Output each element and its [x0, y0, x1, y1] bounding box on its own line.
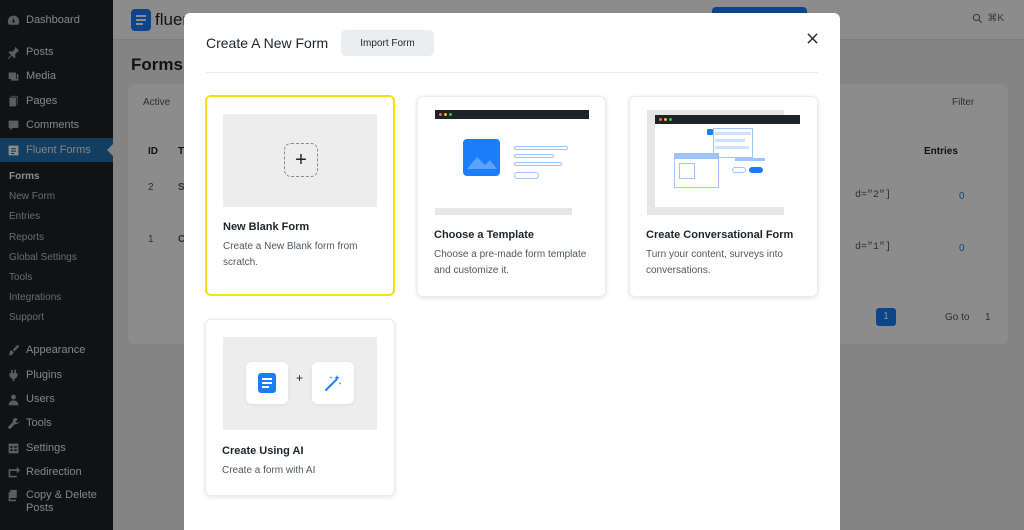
modal-divider — [206, 72, 818, 73]
form-preview-illustration — [674, 153, 719, 188]
card-title: Choose a Template — [434, 229, 535, 241]
import-form-button[interactable]: Import Form — [341, 30, 434, 56]
image-icon — [463, 139, 500, 176]
card-description: Choose a pre-made form template and cust… — [434, 249, 587, 276]
choose-template-card[interactable]: Choose a Template Choose a pre-made form… — [417, 96, 606, 297]
template-thumbnail — [435, 110, 589, 215]
card-description: Create a New Blank form from scratch. — [223, 241, 358, 268]
close-icon — [806, 32, 818, 44]
blank-form-thumbnail: + — [223, 114, 377, 207]
card-description: Create a form with AI — [222, 465, 316, 476]
conversational-form-card[interactable]: Create Conversational Form Turn your con… — [629, 96, 818, 297]
card-title: New Blank Form — [223, 221, 310, 233]
plus-sign: + — [296, 371, 304, 385]
create-form-modal: Create A New Form Import Form + New Blan… — [184, 13, 840, 530]
fluent-forms-tile — [246, 362, 288, 404]
magic-wand-tile — [312, 362, 354, 404]
ai-thumbnail: + — [223, 337, 377, 430]
card-description: Turn your content, surveys into conversa… — [646, 249, 783, 276]
new-blank-form-card[interactable]: + New Blank Form Create a New Blank form… — [205, 95, 395, 296]
card-title: Create Using AI — [222, 445, 304, 457]
card-title: Create Conversational Form — [646, 229, 794, 241]
magic-wand-icon — [325, 375, 342, 391]
template-window-illustration — [435, 110, 589, 208]
close-button[interactable] — [804, 30, 820, 46]
create-using-ai-card[interactable]: + Create Using AI Create a form with AI — [205, 319, 395, 496]
conversational-thumbnail — [647, 110, 800, 215]
plus-icon: + — [284, 143, 318, 177]
fluent-forms-icon — [258, 373, 276, 393]
modal-title: Create A New Form — [206, 35, 329, 51]
